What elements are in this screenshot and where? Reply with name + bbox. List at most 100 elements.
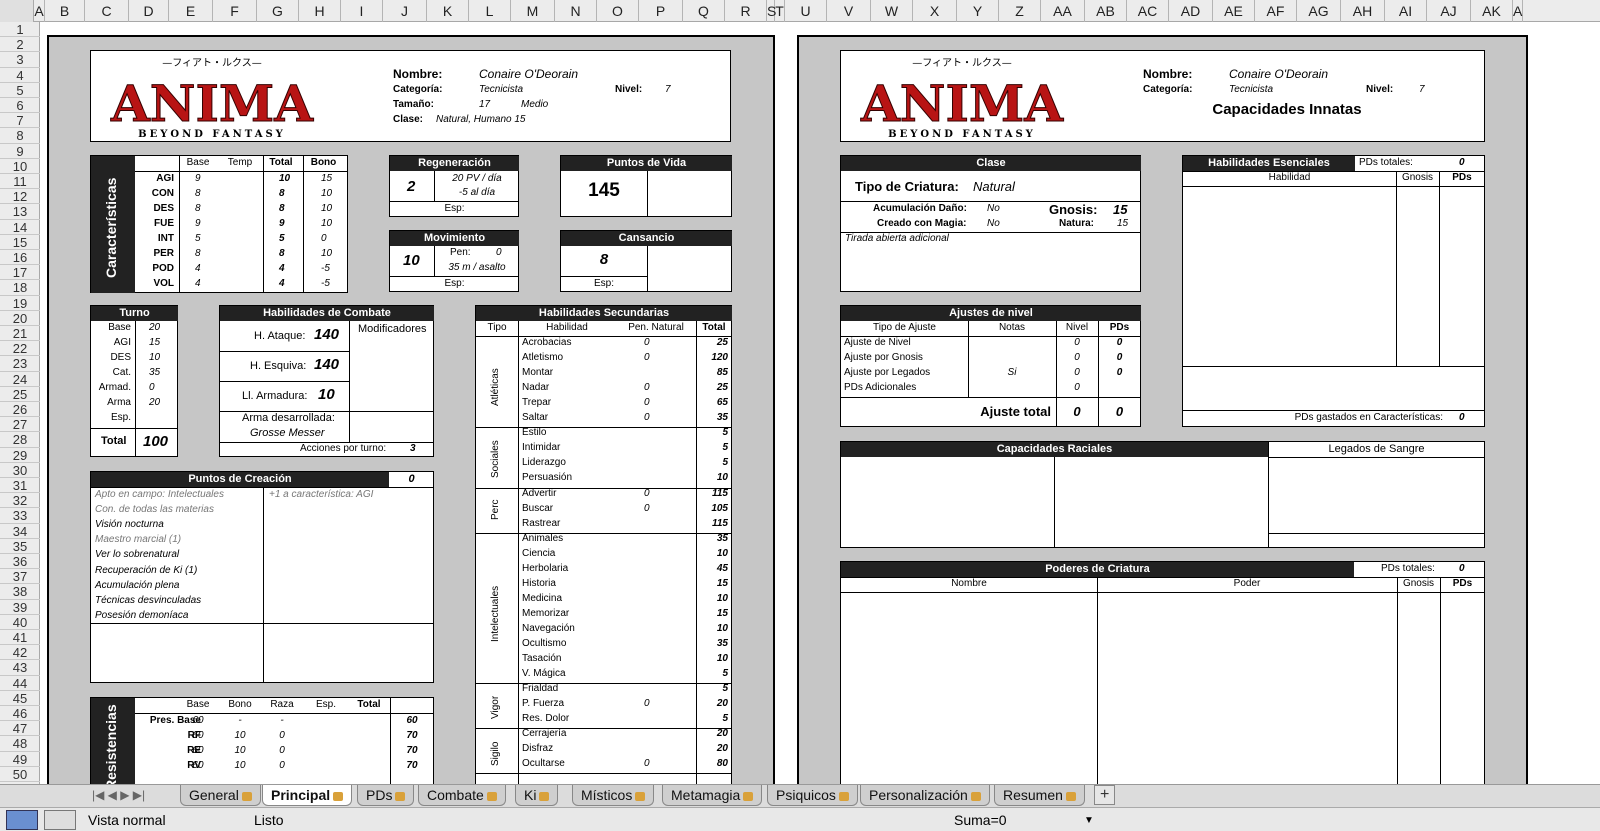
row-header[interactable]: 39	[0, 600, 40, 615]
turno-total-value[interactable]: 100	[143, 433, 168, 450]
clase-value[interactable]: Natural, Humano 15	[436, 114, 526, 125]
column-header[interactable]: B	[45, 0, 85, 22]
column-header[interactable]: AJ	[1427, 0, 1471, 22]
sum-indicator[interactable]: Suma=0	[954, 812, 1007, 828]
row-header[interactable]: 38	[0, 584, 40, 600]
puntos-vida-value[interactable]: 145	[561, 180, 647, 202]
row-header[interactable]: 45	[0, 691, 40, 706]
column-header[interactable]: AK	[1471, 0, 1513, 22]
worksheet[interactable]: —フィアト・ルクス— ANIMA BEYOND FANTASY Nombre: …	[41, 23, 1600, 784]
row-header[interactable]: 27	[0, 417, 40, 433]
tirada-text[interactable]: Tirada abierta adicional	[845, 233, 949, 244]
secund-pen[interactable]: 0	[644, 758, 650, 769]
row-header[interactable]: 25	[0, 387, 40, 402]
tipo-criatura-value[interactable]: Natural	[973, 179, 1015, 194]
row-header[interactable]: 44	[0, 676, 40, 691]
column-header[interactable]: AH	[1341, 0, 1385, 22]
row-header[interactable]: 13	[0, 204, 40, 220]
column-header[interactable]: AF	[1255, 0, 1297, 22]
select-all-corner[interactable]	[0, 0, 34, 22]
column-header[interactable]: J	[383, 0, 427, 22]
row-header[interactable]: 6	[0, 98, 40, 114]
column-header[interactable]: AG	[1297, 0, 1341, 22]
row-header[interactable]: 17	[0, 265, 40, 281]
chevron-down-icon[interactable]: ▼	[1084, 815, 1094, 826]
nombre-value[interactable]: Conaire O'Deorain	[479, 67, 578, 81]
column-header[interactable]: S	[767, 0, 776, 22]
turno-row-value[interactable]: 20	[149, 397, 160, 408]
row-header[interactable]: 43	[0, 660, 40, 676]
column-header[interactable]: I	[341, 0, 383, 22]
column-header[interactable]: AE	[1213, 0, 1255, 22]
creacion-item[interactable]: Posesión demoníaca	[95, 610, 188, 621]
ajuste-total-pds[interactable]: 0	[1098, 404, 1141, 419]
secund-pen[interactable]: 0	[644, 503, 650, 514]
row-header[interactable]: 3	[0, 52, 40, 68]
caract-base[interactable]: 9	[195, 173, 201, 184]
creacion-right-text[interactable]: +1 a característica: AGI	[269, 489, 373, 500]
row-header[interactable]: 47	[0, 721, 40, 737]
arma-value[interactable]: Grosse Messer	[250, 427, 325, 439]
row-header[interactable]: 23	[0, 356, 40, 372]
r-nombre-value[interactable]: Conaire O'Deorain	[1229, 67, 1328, 81]
armadura-value[interactable]: 10	[318, 386, 335, 403]
column-header[interactable]: G	[257, 0, 299, 22]
caract-base[interactable]: 8	[195, 188, 201, 199]
row-header[interactable]: 26	[0, 402, 40, 418]
esquiva-value[interactable]: 140	[314, 356, 339, 373]
column-header[interactable]: Q	[683, 0, 725, 22]
column-header[interactable]: D	[129, 0, 169, 22]
row-header[interactable]: 8	[0, 128, 40, 144]
nivel-value[interactable]: 7	[665, 84, 671, 95]
row-header[interactable]: 48	[0, 736, 40, 752]
row-header[interactable]: 30	[0, 463, 40, 478]
column-header[interactable]: F	[213, 0, 257, 22]
row-header[interactable]: 12	[0, 189, 40, 205]
row-header[interactable]: 24	[0, 372, 40, 387]
creacion-value[interactable]: 0	[389, 473, 434, 485]
row-header[interactable]: 15	[0, 235, 40, 250]
row-header[interactable]: 40	[0, 615, 40, 630]
row-header[interactable]: 31	[0, 478, 40, 494]
caract-base[interactable]: 5	[195, 233, 201, 244]
creacion-item[interactable]: Recuperación de Ki (1)	[95, 565, 197, 576]
column-header[interactable]: W	[871, 0, 913, 22]
row-header[interactable]: 32	[0, 493, 40, 509]
row-header[interactable]: 9	[0, 144, 40, 159]
column-header[interactable]: P	[639, 0, 683, 22]
poderes-pds-value[interactable]: 0	[1459, 563, 1465, 574]
tab-nav-arrows[interactable]: |◀ ◀ ▶ ▶|	[92, 788, 145, 802]
creacion-item[interactable]: Técnicas desvinculadas	[95, 595, 201, 606]
sheet-tab[interactable]: Místicos	[572, 785, 655, 806]
sheet-tab[interactable]: Combate	[418, 785, 506, 806]
row-header[interactable]: 19	[0, 296, 40, 311]
row-header[interactable]: 28	[0, 432, 40, 448]
acciones-value[interactable]: 3	[410, 443, 416, 454]
caract-base[interactable]: 9	[195, 218, 201, 229]
sheet-tab[interactable]: Psiquicos	[767, 785, 858, 806]
ajuste-notas[interactable]: Si	[968, 367, 1056, 378]
column-header[interactable]: E	[169, 0, 213, 22]
caract-base[interactable]: 4	[195, 278, 201, 289]
row-header[interactable]: 50	[0, 767, 40, 782]
ajuste-total-nivel[interactable]: 0	[1056, 404, 1098, 419]
add-sheet-button[interactable]: +	[1094, 785, 1116, 805]
row-header[interactable]: 37	[0, 569, 40, 585]
page-layout-icon[interactable]	[44, 810, 76, 830]
row-header[interactable]: 33	[0, 508, 40, 524]
column-header[interactable]: X	[913, 0, 957, 22]
r-nivel-value[interactable]: 7	[1419, 84, 1425, 95]
row-header[interactable]: 16	[0, 250, 40, 266]
row-header[interactable]: 21	[0, 326, 40, 342]
caract-base[interactable]: 8	[195, 203, 201, 214]
turno-row-value[interactable]: 10	[149, 352, 160, 363]
creacion-item[interactable]: Apto en campo: Intelectuales	[95, 489, 224, 500]
esenc-pds-value[interactable]: 0	[1459, 157, 1465, 168]
column-header[interactable]: AC	[1127, 0, 1169, 22]
secund-pen[interactable]: 0	[644, 337, 650, 348]
row-header[interactable]: 29	[0, 448, 40, 463]
pds-gastados-value[interactable]: 0	[1459, 412, 1465, 423]
column-header[interactable]: O	[597, 0, 639, 22]
column-header[interactable]: Z	[999, 0, 1041, 22]
creado-magia-value[interactable]: No	[987, 218, 1000, 229]
